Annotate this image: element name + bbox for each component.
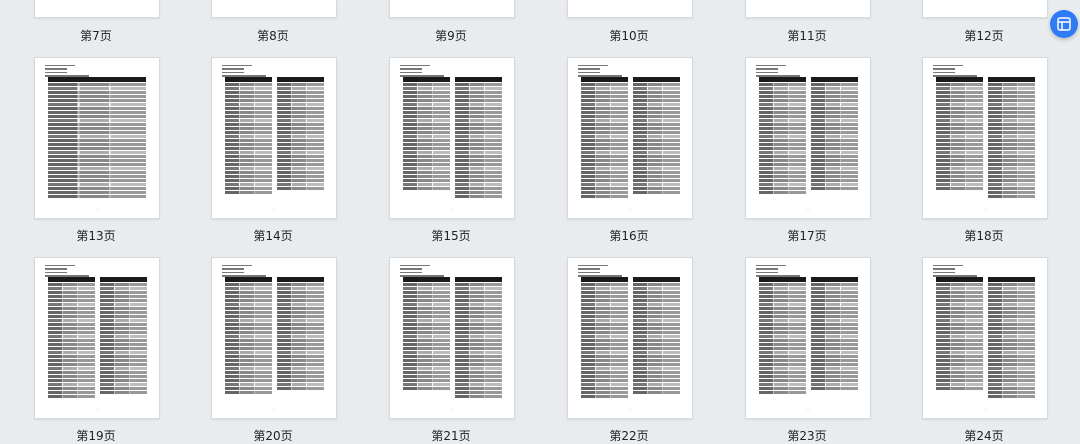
- page-label: 第11页: [787, 29, 827, 43]
- page-label: 第21页: [431, 429, 471, 443]
- page-number-footer: —: [628, 207, 632, 211]
- page-table: [988, 77, 1035, 199]
- page-number-footer: —: [983, 207, 987, 211]
- page-label: 第14页: [253, 229, 293, 243]
- page-label: 第12页: [964, 29, 1004, 43]
- page-label: 第18页: [964, 229, 1004, 243]
- page-thumbnail-18[interactable]: —: [922, 57, 1048, 219]
- page-thumbnail-16[interactable]: —: [567, 57, 693, 219]
- page-thumbnail-8[interactable]: [211, 0, 337, 18]
- page-table: [581, 277, 628, 399]
- page-table: [811, 277, 858, 391]
- page-number-footer: —: [272, 207, 276, 211]
- page-table: [455, 77, 502, 199]
- page-table: [403, 277, 450, 391]
- page-label: 第17页: [787, 229, 827, 243]
- page-table: [759, 277, 806, 395]
- page-thumbnail-15[interactable]: —: [389, 57, 515, 219]
- page-label: 第19页: [76, 429, 116, 443]
- page-thumbnail-19[interactable]: —: [34, 257, 160, 419]
- page-table: [48, 277, 95, 399]
- page-table: [581, 77, 628, 199]
- page-thumbnail-7[interactable]: [34, 0, 160, 18]
- page-table: [759, 77, 806, 195]
- page-table: [936, 277, 983, 391]
- page-table: [936, 77, 983, 191]
- page-label: 第22页: [609, 429, 649, 443]
- page-thumbnail-21[interactable]: —: [389, 257, 515, 419]
- page-table: [988, 277, 1035, 399]
- page-thumbnail-10[interactable]: [567, 0, 693, 18]
- page-number-footer: —: [806, 407, 810, 411]
- page-thumbnail-12[interactable]: [922, 0, 1048, 18]
- page-number-footer: —: [628, 407, 632, 411]
- page-label: 第13页: [76, 229, 116, 243]
- page-thumbnail-9[interactable]: [389, 0, 515, 18]
- page-number-footer: —: [272, 407, 276, 411]
- page-table: [277, 77, 324, 191]
- page-label: 第24页: [964, 429, 1004, 443]
- page-thumbnail-13[interactable]: —: [34, 57, 160, 219]
- page-table: [48, 77, 146, 199]
- page-label: 第23页: [787, 429, 827, 443]
- page-thumbnail-icon: [1057, 17, 1071, 31]
- page-table: [403, 77, 450, 191]
- page-thumbnail-23[interactable]: —: [745, 257, 871, 419]
- page-table: [100, 277, 147, 395]
- page-thumbnail-14[interactable]: —: [211, 57, 337, 219]
- page-number-footer: —: [983, 407, 987, 411]
- page-number-footer: —: [450, 407, 454, 411]
- page-thumbnail-24[interactable]: —: [922, 257, 1048, 419]
- page-label: 第7页: [80, 29, 112, 43]
- page-label: 第15页: [431, 229, 471, 243]
- page-number-footer: —: [806, 207, 810, 211]
- page-thumbnail-20[interactable]: —: [211, 257, 337, 419]
- page-thumbnail-17[interactable]: —: [745, 57, 871, 219]
- page-label: 第8页: [257, 29, 289, 43]
- page-table: [633, 77, 680, 195]
- page-label: 第16页: [609, 229, 649, 243]
- page-label: 第20页: [253, 429, 293, 443]
- page-table: [811, 77, 858, 191]
- page-table: [225, 277, 272, 395]
- page-table: [455, 277, 502, 399]
- page-number-footer: —: [95, 207, 99, 211]
- page-thumbnail-11[interactable]: [745, 0, 871, 18]
- page-label: 第10页: [609, 29, 649, 43]
- page-thumbnail-grid: 第7页 第8页 第9页 第10页 第11页 第12页 — 第13页 — 第14页…: [0, 0, 1080, 443]
- page-thumbnail-toggle-button[interactable]: [1050, 10, 1078, 38]
- page-number-footer: —: [95, 407, 99, 411]
- page-number-footer: —: [450, 207, 454, 211]
- page-table: [277, 277, 324, 391]
- page-thumbnail-22[interactable]: —: [567, 257, 693, 419]
- page-table: [633, 277, 680, 395]
- page-table: [225, 77, 272, 195]
- page-label: 第9页: [435, 29, 467, 43]
